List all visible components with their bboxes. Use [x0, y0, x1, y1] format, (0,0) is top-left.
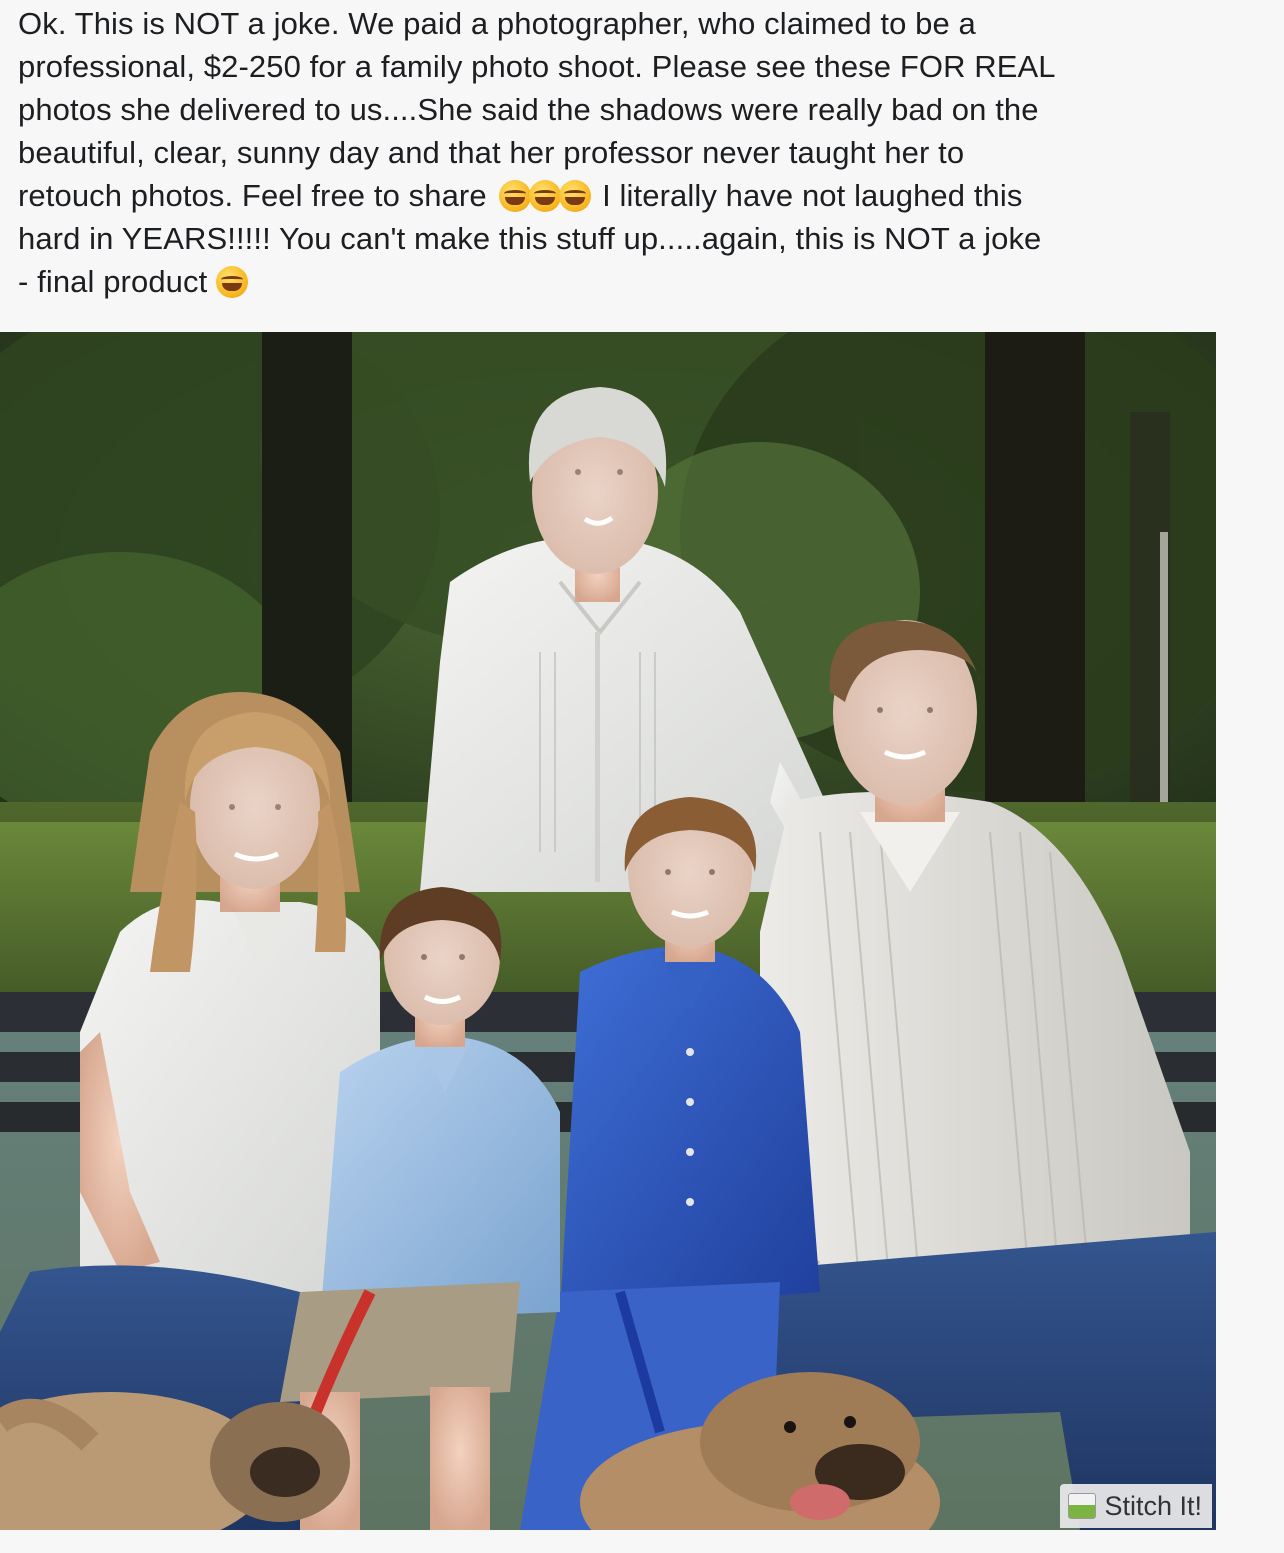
post-text: Ok. This is NOT a joke. We paid a photog…	[18, 2, 1238, 303]
watermark-text: Stitch It!	[1104, 1490, 1202, 1521]
rolling-on-floor-laughing-icon	[216, 266, 249, 298]
post-line-5-start: retouch photos. Feel free to share	[18, 178, 487, 213]
post-line-3: photos she delivered to us....She said t…	[18, 92, 1039, 127]
dog-left	[0, 1392, 350, 1530]
family-photo-illustration	[0, 332, 1216, 1530]
face-with-tears-of-joy-icon	[529, 180, 562, 212]
post-line-7: - final product	[18, 260, 1238, 303]
post-line-4: beautiful, clear, sunny day and that her…	[18, 135, 965, 170]
family-photo[interactable]: Stitch It!	[0, 332, 1216, 1530]
face-with-tears-of-joy-icon	[499, 180, 532, 212]
post-line-6: hard in YEARS!!!!! You can't make this s…	[18, 221, 1042, 256]
social-post: Ok. This is NOT a joke. We paid a photog…	[0, 0, 1284, 1553]
post-line-2: professional, $2-250 for a family photo …	[18, 49, 1056, 84]
post-line-5-end: I literally have not laughed this	[602, 178, 1023, 213]
watermark: Stitch It!	[1060, 1484, 1212, 1528]
emoji-group	[499, 174, 592, 217]
post-line-7-text: - final product	[18, 264, 208, 299]
post-line-5: retouch photos. Feel free to share I lit…	[18, 174, 1238, 217]
face-with-tears-of-joy-icon	[559, 180, 592, 212]
stitch-it-logo-icon	[1068, 1493, 1097, 1519]
post-line-1: Ok. This is NOT a joke. We paid a photog…	[18, 6, 976, 41]
